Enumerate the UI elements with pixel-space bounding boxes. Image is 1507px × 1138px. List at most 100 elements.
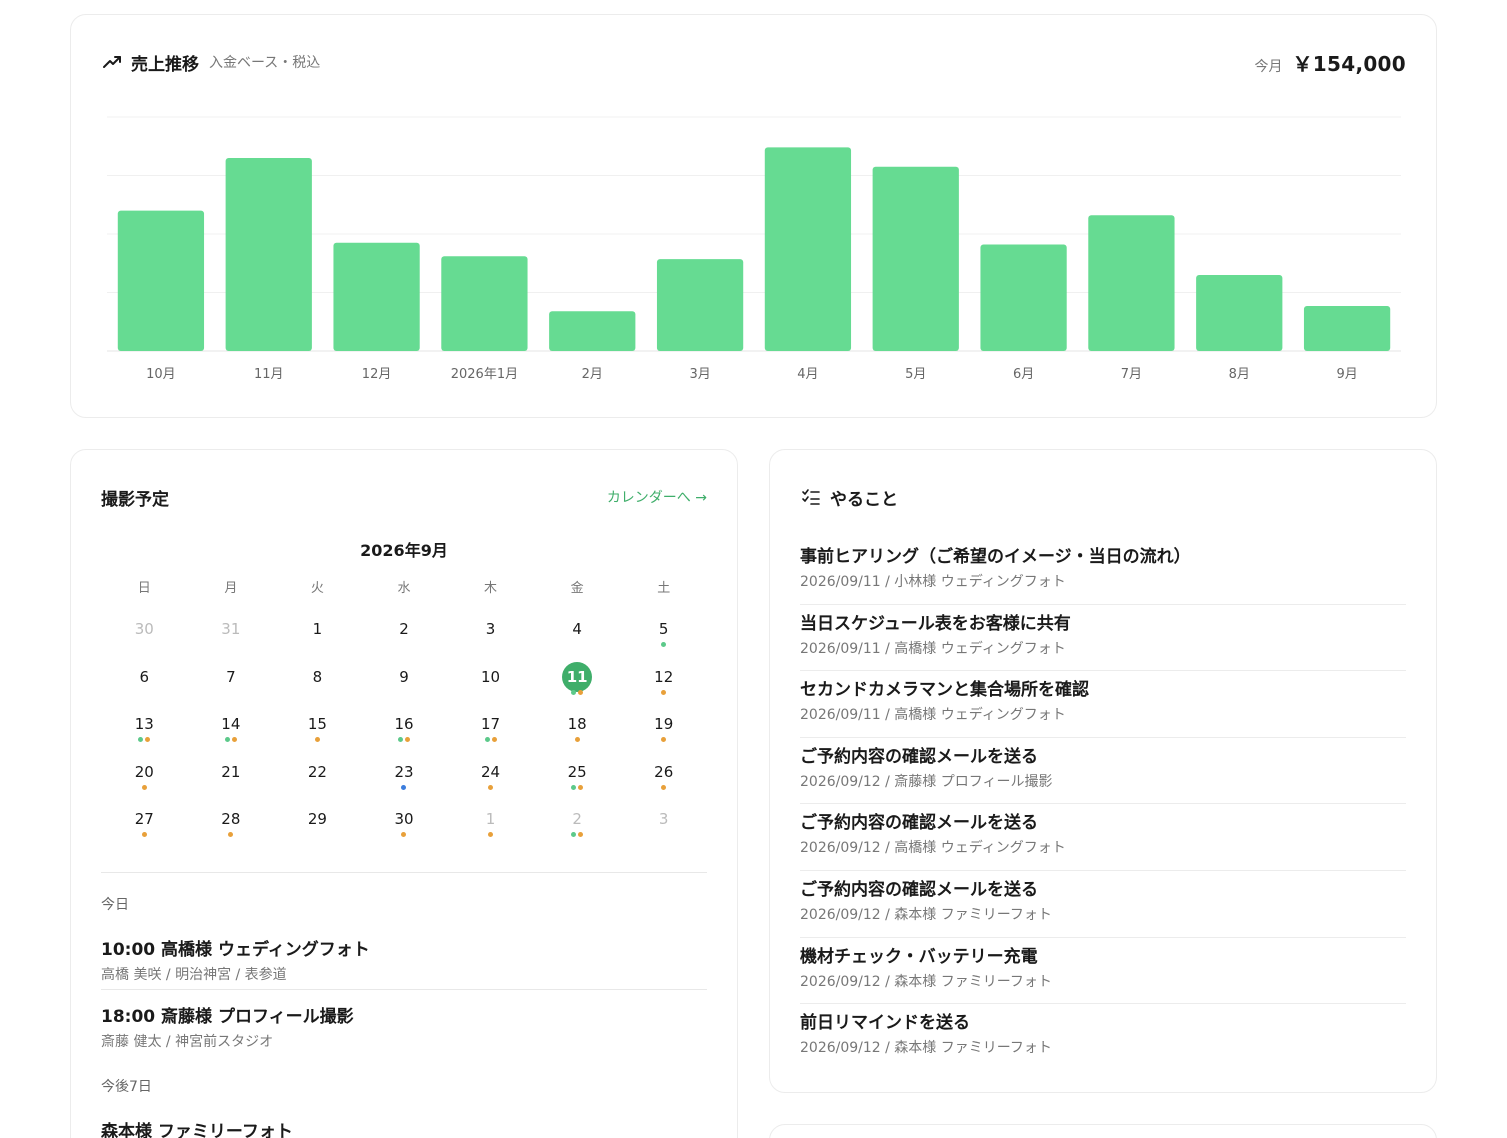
day-number: 6 <box>139 667 150 686</box>
next-card <box>769 1124 1437 1138</box>
bar-8[interactable] <box>980 244 1067 351</box>
event-dots <box>101 784 188 790</box>
todo-item[interactable]: 機材チェック・バッテリー充電 2026/09/12 / 森本様 ファミリーフォト <box>800 938 1406 1005</box>
calendar-day[interactable]: 27 <box>101 798 188 846</box>
todo-item-meta: 2026/09/12 / 斎藤様 プロフィール撮影 <box>800 773 1053 790</box>
calendar-day[interactable]: 25 <box>534 751 621 799</box>
calendar-day[interactable]: 19 <box>620 703 707 751</box>
bar-5[interactable] <box>656 259 744 351</box>
calendar-day[interactable]: 8 <box>274 656 361 704</box>
bar-9[interactable] <box>1088 215 1175 351</box>
x-tick-label: 3月 <box>689 367 710 382</box>
calendar-day[interactable]: 1 <box>447 798 534 846</box>
event-item[interactable]: 森本様 ファミリーフォト <box>101 1117 707 1138</box>
calendar-day[interactable]: 14 <box>188 703 275 751</box>
day-number: 25 <box>567 762 587 781</box>
sales-subtitle: 入金ベース・税込 <box>209 55 321 71</box>
calendar-day[interactable]: 31 <box>188 608 275 656</box>
day-number: 12 <box>654 667 674 686</box>
day-number: 4 <box>572 620 582 638</box>
trending-up-icon <box>101 51 123 73</box>
calendar-day[interactable]: 6 <box>101 656 188 704</box>
day-number: 3 <box>658 810 669 829</box>
x-tick-label: 11月 <box>254 367 284 382</box>
bar-3[interactable] <box>441 256 528 351</box>
event-dots <box>620 737 707 743</box>
calendar-day[interactable]: 18 <box>534 703 621 751</box>
event-dot-orange <box>228 832 234 838</box>
weekday-header: 火 <box>310 581 324 596</box>
todo-item[interactable]: セカンドカメラマンと集合場所を確認 2026/09/11 / 高橋様 ウェディング… <box>800 671 1406 738</box>
bar-0[interactable] <box>117 210 205 351</box>
todo-item[interactable]: ご予約内容の確認メールを送る 2026/09/12 / 高橋様 ウェディングフォト <box>800 804 1406 871</box>
calendar-day[interactable]: 21 <box>188 751 275 799</box>
calendar-day[interactable]: 10 <box>447 656 534 704</box>
calendar-day[interactable]: 22 <box>274 751 361 799</box>
todo-list: 事前ヒアリング（ご希望のイメージ・当日の流れ） 2026/09/11 / 小林様 … <box>800 538 1406 1071</box>
bar-10[interactable] <box>1196 274 1283 351</box>
calendar-day[interactable]: 7 <box>188 656 275 704</box>
calendar-day[interactable]: 4 <box>534 608 621 656</box>
calendar-day[interactable]: 2 <box>534 798 621 846</box>
calendar-day[interactable]: 24 <box>447 751 534 799</box>
calendar-day[interactable]: 30 <box>361 798 448 846</box>
calendar-day[interactable]: 23 <box>361 751 448 799</box>
x-tick-label: 6月 <box>1013 367 1034 382</box>
todo-item-meta: 2026/09/12 / 高橋様 ウェディングフォト <box>800 840 1066 857</box>
bar-11[interactable] <box>1303 305 1391 351</box>
event-dot-green <box>397 737 403 743</box>
event-item[interactable]: 10:00 高橋様 ウェディングフォト 高橋 美咲 / 明治神宮 / 表参道 <box>101 935 707 984</box>
calendar-day[interactable]: 9 <box>361 656 448 704</box>
todo-item[interactable]: ご予約内容の確認メールを送る 2026/09/12 / 森本様 ファミリーフォト <box>800 871 1406 938</box>
event-dots <box>447 737 534 743</box>
calendar-day-today[interactable]: 11 <box>534 656 621 704</box>
calendar-day[interactable]: 16 <box>361 703 448 751</box>
event-dots <box>447 832 534 838</box>
divider <box>101 872 707 873</box>
todo-item[interactable]: 前日リマインドを送る 2026/09/12 / 森本様 ファミリーフォト <box>800 1004 1406 1071</box>
divider <box>101 989 707 990</box>
calendar-day[interactable]: 26 <box>620 751 707 799</box>
calendar-link[interactable]: カレンダーへ → <box>607 487 707 507</box>
todo-card: やること 事前ヒアリング（ご希望のイメージ・当日の流れ） 2026/09/11 /… <box>769 449 1437 1093</box>
bar-4[interactable] <box>549 311 636 351</box>
bar-7[interactable] <box>872 166 959 351</box>
todo-item-title: 当日スケジュール表をお客様に共有 <box>800 613 1071 634</box>
calendar-day[interactable]: 30 <box>101 608 188 656</box>
bar-2[interactable] <box>333 242 420 351</box>
calendar-day[interactable]: 3 <box>620 798 707 846</box>
calendar-day[interactable]: 13 <box>101 703 188 751</box>
calendar-day[interactable]: 17 <box>447 703 534 751</box>
day-number: 28 <box>221 810 241 829</box>
sales-header: 売上推移 入金ベース・税込 今月 ￥154,000 <box>101 49 1406 76</box>
day-number: 2 <box>572 810 582 829</box>
event-item[interactable]: 18:00 斎藤様 プロフィール撮影 斎藤 健太 / 神宮前スタジオ <box>101 1002 707 1051</box>
calendar-day[interactable]: 2 <box>361 608 448 656</box>
calendar-day[interactable]: 1 <box>274 608 361 656</box>
calendar-day[interactable]: 15 <box>274 703 361 751</box>
calendar-day[interactable]: 29 <box>274 798 361 846</box>
x-tick-label: 2月 <box>582 367 603 382</box>
calendar-day[interactable]: 20 <box>101 751 188 799</box>
todo-item-title: 事前ヒアリング（ご希望のイメージ・当日の流れ） <box>800 547 1191 567</box>
calendar-grid: 日月火水木金土 30 31 1 2 3 4 5 6 7 8 9 10 11 12 13 14 15 16 17 18 19… <box>101 578 707 846</box>
todo-item-title: ご予約内容の確認メールを送る <box>800 813 1038 834</box>
event-dot-orange <box>145 737 151 743</box>
bar-1[interactable] <box>225 157 312 351</box>
calendar-day[interactable]: 3 <box>447 608 534 656</box>
event-details: 高橋 美咲 / 明治神宮 / 表参道 <box>101 967 287 983</box>
x-tick-label: 12月 <box>362 367 392 382</box>
todo-item[interactable]: 当日スケジュール表をお客様に共有 2026/09/11 / 高橋様 ウェディングフ… <box>800 605 1406 672</box>
todo-item[interactable]: ご予約内容の確認メールを送る 2026/09/12 / 斎藤様 プロフィール撮影 <box>800 738 1406 805</box>
event-dots <box>534 737 621 743</box>
bar-6[interactable] <box>764 147 852 351</box>
checklist-icon <box>800 486 822 508</box>
calendar-day[interactable]: 12 <box>620 656 707 704</box>
todo-item[interactable]: 事前ヒアリング（ご希望のイメージ・当日の流れ） 2026/09/11 / 小林様 … <box>800 538 1406 605</box>
day-number: 29 <box>307 810 327 829</box>
event-dots <box>447 784 534 790</box>
calendar-day[interactable]: 28 <box>188 798 275 846</box>
event-dot-orange <box>404 737 410 743</box>
event-dot-green <box>571 689 577 695</box>
calendar-day[interactable]: 5 <box>620 608 707 656</box>
